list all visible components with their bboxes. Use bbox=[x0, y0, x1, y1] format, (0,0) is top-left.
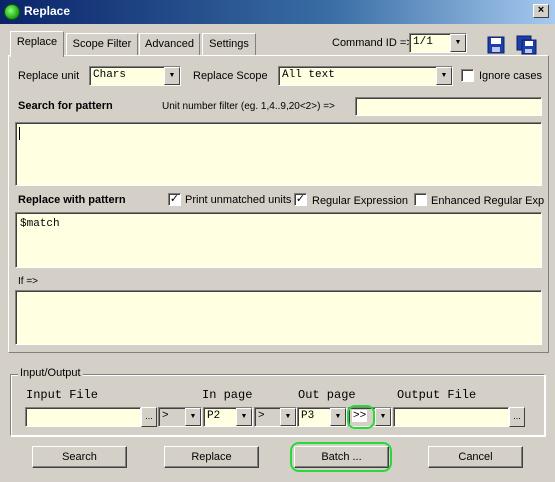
command-id-value: 1/1 bbox=[413, 36, 433, 48]
chevron-down-icon[interactable]: ▼ bbox=[236, 408, 252, 426]
enhanced-regex-label: Enhanced Regular Exp bbox=[431, 195, 545, 207]
in-page-value: P2 bbox=[207, 410, 221, 422]
close-button[interactable]: × bbox=[533, 4, 549, 18]
in-page-label: In page bbox=[202, 388, 253, 402]
ignore-cases-label: Ignore cases bbox=[479, 70, 542, 82]
app-icon bbox=[4, 4, 20, 20]
ignore-cases-checkbox[interactable] bbox=[461, 69, 474, 82]
focus-highlight bbox=[347, 405, 375, 429]
input-file-label: Input File bbox=[26, 388, 99, 402]
print-unmatched-label: Print unmatched units bbox=[185, 194, 292, 206]
if-condition-input[interactable] bbox=[15, 290, 542, 345]
search-button[interactable]: Search bbox=[32, 446, 127, 468]
out-page-label: Out page bbox=[298, 388, 356, 402]
tab-replace[interactable]: Replace bbox=[10, 31, 64, 57]
chevron-down-icon[interactable]: ▼ bbox=[330, 408, 346, 426]
chevron-down-icon[interactable]: ▼ bbox=[185, 408, 201, 426]
page-operator-value: > bbox=[258, 410, 265, 422]
save-all-icon[interactable] bbox=[516, 35, 537, 55]
replace-scope-label: Replace Scope bbox=[193, 70, 268, 82]
unit-number-filter-input[interactable] bbox=[355, 97, 542, 116]
input-output-label: Input/Output bbox=[18, 367, 83, 379]
title-bar[interactable]: Replace × bbox=[0, 0, 555, 24]
regular-expression-checkbox[interactable]: ✓ bbox=[294, 193, 307, 206]
search-pattern-label: Search for pattern bbox=[18, 100, 113, 112]
input-operator-value: > bbox=[162, 410, 169, 422]
out-page-value: P3 bbox=[301, 410, 315, 422]
enhanced-regex-checkbox[interactable] bbox=[414, 193, 427, 206]
tab-scope-filter[interactable]: Scope Filter bbox=[66, 33, 138, 56]
output-file-browse-button[interactable]: ... bbox=[509, 407, 525, 427]
out-page-select[interactable]: P3 ▼ bbox=[297, 407, 347, 427]
text-cursor bbox=[19, 127, 20, 140]
replace-pattern-input[interactable]: $match bbox=[15, 212, 542, 268]
replace-unit-value: Chars bbox=[93, 69, 127, 81]
output-file-field[interactable] bbox=[393, 407, 509, 427]
output-file-label: Output File bbox=[397, 388, 477, 402]
command-id-select[interactable]: 1/1 ▼ bbox=[409, 33, 467, 53]
replace-unit-select[interactable]: Chars ▼ bbox=[89, 66, 181, 86]
chevron-down-icon[interactable]: ▼ bbox=[450, 34, 466, 52]
unit-number-filter-label: Unit number filter (eg. 1,4..9,20<2>) => bbox=[162, 101, 335, 112]
focus-highlight bbox=[290, 442, 392, 472]
if-label: If => bbox=[18, 276, 39, 287]
replace-scope-value: All text bbox=[282, 69, 335, 81]
save-icon[interactable] bbox=[486, 35, 506, 55]
replace-unit-label: Replace unit bbox=[18, 70, 80, 82]
print-unmatched-checkbox[interactable]: ✓ bbox=[168, 193, 181, 206]
tab-advanced[interactable]: Advanced bbox=[139, 33, 200, 56]
page-operator-select[interactable]: > ▼ bbox=[254, 407, 297, 427]
command-id-label: Command ID => bbox=[332, 37, 413, 49]
replace-pattern-label: Replace with pattern bbox=[18, 194, 126, 206]
chevron-down-icon[interactable]: ▼ bbox=[375, 408, 391, 426]
search-pattern-input[interactable] bbox=[15, 122, 542, 186]
replace-pattern-value: $match bbox=[20, 218, 60, 230]
input-operator-select[interactable]: > ▼ bbox=[158, 407, 202, 427]
in-page-select[interactable]: P2 ▼ bbox=[203, 407, 253, 427]
input-file-field[interactable] bbox=[25, 407, 141, 427]
chevron-down-icon[interactable]: ▼ bbox=[436, 67, 452, 85]
chevron-down-icon[interactable]: ▼ bbox=[164, 67, 180, 85]
replace-button[interactable]: Replace bbox=[164, 446, 259, 468]
chevron-down-icon[interactable]: ▼ bbox=[280, 408, 296, 426]
tab-settings[interactable]: Settings bbox=[202, 33, 256, 56]
cancel-button[interactable]: Cancel bbox=[428, 446, 523, 468]
input-file-browse-button[interactable]: ... bbox=[141, 407, 157, 427]
replace-scope-select[interactable]: All text ▼ bbox=[278, 66, 453, 86]
window-title: Replace bbox=[24, 4, 71, 18]
regular-expression-label: Regular Expression bbox=[312, 195, 408, 207]
